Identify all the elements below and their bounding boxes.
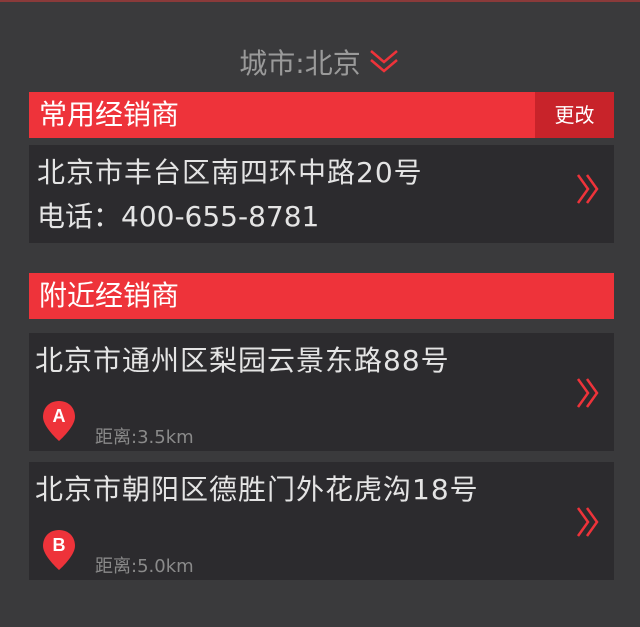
nearby-dealers-title: 附近经销商 — [39, 279, 180, 312]
city-label: 城市:北京 — [239, 47, 361, 80]
favorite-dealer-header: 常用经销商 更改 — [29, 92, 614, 138]
dealer-phone: 电话：400-655-8781 — [37, 200, 320, 233]
favorite-dealer-card[interactable]: 北京市丰台区南四环中路20号 电话：400-655-8781 — [29, 145, 614, 243]
dealer-address: 北京市朝阳区德胜门外花虎沟18号 — [35, 473, 479, 506]
favorite-dealer-title: 常用经销商 — [39, 98, 180, 131]
map-pin-label: A — [52, 406, 66, 426]
dealer-distance: 距离:3.5km — [95, 427, 194, 448]
double-chevron-down-icon — [367, 47, 401, 77]
dealer-page: 城市:北京 常用经销商 更改 北京市丰台区南四环中路20号 电话：400-655… — [0, 0, 640, 627]
chevron-right-double-icon — [576, 507, 599, 537]
nearby-dealer-item[interactable]: 北京市朝阳区德胜门外花虎沟18号 B 距离:5.0km — [29, 462, 614, 580]
dealer-address: 北京市丰台区南四环中路20号 — [37, 156, 423, 189]
change-button[interactable]: 更改 — [535, 92, 614, 138]
dealer-address: 北京市通州区梨园云景东路88号 — [35, 344, 450, 377]
dealer-distance: 距离:5.0km — [95, 556, 194, 577]
nearby-dealers-header: 附近经销商 — [29, 273, 614, 319]
city-selector[interactable]: 城市:北京 — [0, 40, 640, 84]
nearby-dealer-item[interactable]: 北京市通州区梨园云景东路88号 A 距离:3.5km — [29, 333, 614, 451]
chevron-right-double-icon — [576, 378, 599, 408]
chevron-right-double-icon — [576, 174, 599, 204]
map-pin-label: B — [52, 535, 66, 555]
